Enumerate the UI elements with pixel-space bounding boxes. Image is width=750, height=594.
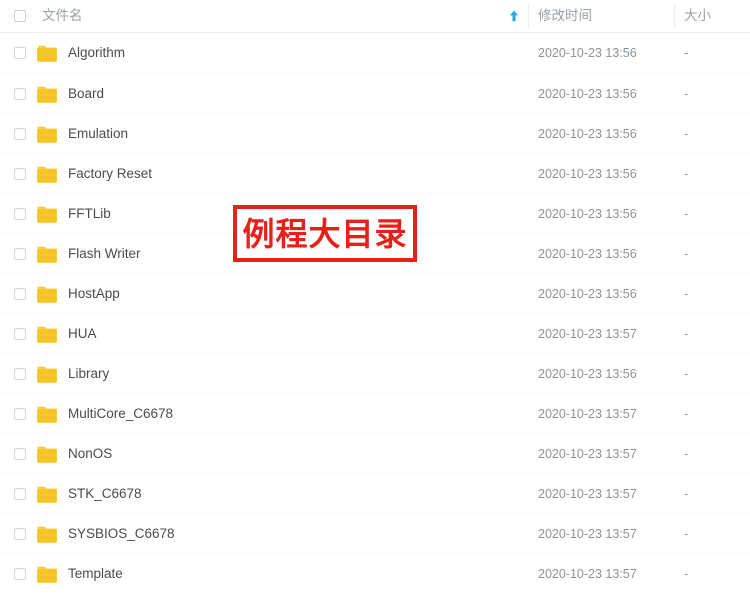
table-row[interactable]: SYSBIOS_C6678 2020-10-23 13:57 - bbox=[0, 513, 750, 553]
folder-icon bbox=[36, 246, 58, 264]
folder-icon bbox=[36, 126, 58, 144]
annotation-box: 例程大目录 bbox=[233, 205, 417, 262]
row-checkbox[interactable] bbox=[14, 448, 26, 460]
file-size: - bbox=[684, 87, 689, 101]
file-modified-time: 2020-10-23 13:57 bbox=[538, 327, 637, 341]
table-row[interactable]: Library 2020-10-23 13:56 - bbox=[0, 353, 750, 393]
file-name[interactable]: Factory Reset bbox=[68, 154, 152, 194]
file-modified-time: 2020-10-23 13:56 bbox=[538, 287, 637, 301]
file-list-header: 文件名 修改时间 大小 bbox=[0, 0, 750, 33]
folder-icon bbox=[36, 286, 58, 304]
file-list-panel: 文件名 修改时间 大小 Algorithm 2020-10-23 13:56- Bo… bbox=[0, 0, 750, 588]
folder-icon bbox=[36, 446, 58, 464]
folder-icon bbox=[36, 486, 58, 504]
row-checkbox[interactable] bbox=[14, 368, 26, 380]
row-checkbox[interactable] bbox=[14, 328, 26, 340]
file-name[interactable]: NonOS bbox=[68, 434, 112, 474]
row-checkbox[interactable] bbox=[14, 408, 26, 420]
table-row[interactable]: MultiCore_C6678 2020-10-23 13:57 - bbox=[0, 393, 750, 433]
file-modified-time: 2020-10-23 13:57 bbox=[538, 527, 637, 541]
file-name[interactable]: Library bbox=[68, 354, 109, 394]
table-row[interactable]: Algorithm 2020-10-23 13:56 - bbox=[0, 33, 750, 73]
folder-icon bbox=[36, 326, 58, 344]
file-modified-time: 2020-10-23 13:56 bbox=[538, 46, 637, 60]
row-checkbox[interactable] bbox=[14, 288, 26, 300]
file-modified-time: 2020-10-23 13:56 bbox=[538, 367, 637, 381]
arrow-up-icon[interactable] bbox=[506, 8, 522, 24]
file-size: - bbox=[684, 327, 689, 341]
row-checkbox[interactable] bbox=[14, 128, 26, 140]
folder-icon bbox=[36, 526, 58, 544]
row-checkbox[interactable] bbox=[14, 568, 26, 580]
file-name[interactable]: STK_C6678 bbox=[68, 474, 142, 514]
file-size: - bbox=[684, 207, 689, 221]
folder-icon bbox=[36, 86, 58, 104]
file-name[interactable]: HostApp bbox=[68, 274, 120, 314]
folder-icon bbox=[36, 206, 58, 224]
file-modified-time: 2020-10-23 13:57 bbox=[538, 447, 637, 461]
file-name[interactable]: Flash Writer bbox=[68, 234, 141, 274]
table-row[interactable]: Template 2020-10-23 13:57 - bbox=[0, 553, 750, 593]
row-checkbox[interactable] bbox=[14, 488, 26, 500]
file-size: - bbox=[684, 447, 689, 461]
file-modified-time: 2020-10-23 13:56 bbox=[538, 87, 637, 101]
file-list-body: Algorithm 2020-10-23 13:56 - Board 2020-10-2… bbox=[0, 33, 750, 593]
table-row[interactable]: NonOS 2020-10-23 13:57 - bbox=[0, 433, 750, 473]
file-size: - bbox=[684, 367, 689, 381]
file-modified-time: 2020-10-23 13:56 bbox=[538, 247, 637, 261]
table-row[interactable]: HostApp 2020-10-23 13:56 - bbox=[0, 273, 750, 313]
folder-icon bbox=[36, 166, 58, 184]
column-header-modified-time[interactable]: 修改时间 bbox=[538, 0, 592, 32]
file-modified-time: 2020-10-23 13:57 bbox=[538, 487, 637, 501]
column-header-size[interactable]: 大小 bbox=[684, 0, 711, 32]
row-checkbox[interactable] bbox=[14, 528, 26, 540]
header-divider-2 bbox=[674, 4, 675, 28]
annotation-label: 例程大目录 bbox=[242, 214, 408, 253]
file-size: - bbox=[684, 527, 689, 541]
file-modified-time: 2020-10-23 13:56 bbox=[538, 207, 637, 221]
folder-icon bbox=[36, 406, 58, 424]
file-name[interactable]: SYSBIOS_C6678 bbox=[68, 514, 175, 554]
folder-icon bbox=[36, 45, 58, 63]
folder-icon bbox=[36, 566, 58, 584]
row-checkbox[interactable] bbox=[14, 208, 26, 220]
file-name[interactable]: Template bbox=[68, 554, 123, 594]
file-name[interactable]: Emulation bbox=[68, 114, 128, 154]
table-row[interactable]: Factory Reset 2020-10-23 13:56 - bbox=[0, 153, 750, 193]
file-name[interactable]: HUA bbox=[68, 314, 97, 354]
file-name[interactable]: Algorithm bbox=[68, 33, 125, 73]
file-size: - bbox=[684, 247, 689, 261]
column-header-name[interactable]: 文件名 bbox=[42, 0, 83, 32]
table-row[interactable]: Board 2020-10-23 13:56 - bbox=[0, 73, 750, 113]
file-modified-time: 2020-10-23 13:56 bbox=[538, 167, 637, 181]
file-name[interactable]: Board bbox=[68, 74, 104, 114]
file-size: - bbox=[684, 567, 689, 581]
table-row[interactable]: HUA 2020-10-23 13:57 - bbox=[0, 313, 750, 353]
header-divider-1 bbox=[528, 4, 529, 28]
file-name[interactable]: MultiCore_C6678 bbox=[68, 394, 173, 434]
file-modified-time: 2020-10-23 13:56 bbox=[538, 127, 637, 141]
file-size: - bbox=[684, 167, 689, 181]
row-checkbox[interactable] bbox=[14, 168, 26, 180]
row-checkbox[interactable] bbox=[14, 248, 26, 260]
table-row[interactable]: Emulation 2020-10-23 13:56 - bbox=[0, 113, 750, 153]
select-all-checkbox[interactable] bbox=[14, 10, 26, 22]
file-modified-time: 2020-10-23 13:57 bbox=[538, 407, 637, 421]
file-name[interactable]: FFTLib bbox=[68, 194, 111, 234]
table-row[interactable]: STK_C6678 2020-10-23 13:57 - bbox=[0, 473, 750, 513]
file-size: - bbox=[684, 287, 689, 301]
file-size: - bbox=[684, 46, 689, 60]
file-size: - bbox=[684, 127, 689, 141]
file-size: - bbox=[684, 487, 689, 501]
file-size: - bbox=[684, 407, 689, 421]
row-checkbox[interactable] bbox=[14, 88, 26, 100]
row-checkbox[interactable] bbox=[14, 47, 26, 59]
folder-icon bbox=[36, 366, 58, 384]
file-modified-time: 2020-10-23 13:57 bbox=[538, 567, 637, 581]
